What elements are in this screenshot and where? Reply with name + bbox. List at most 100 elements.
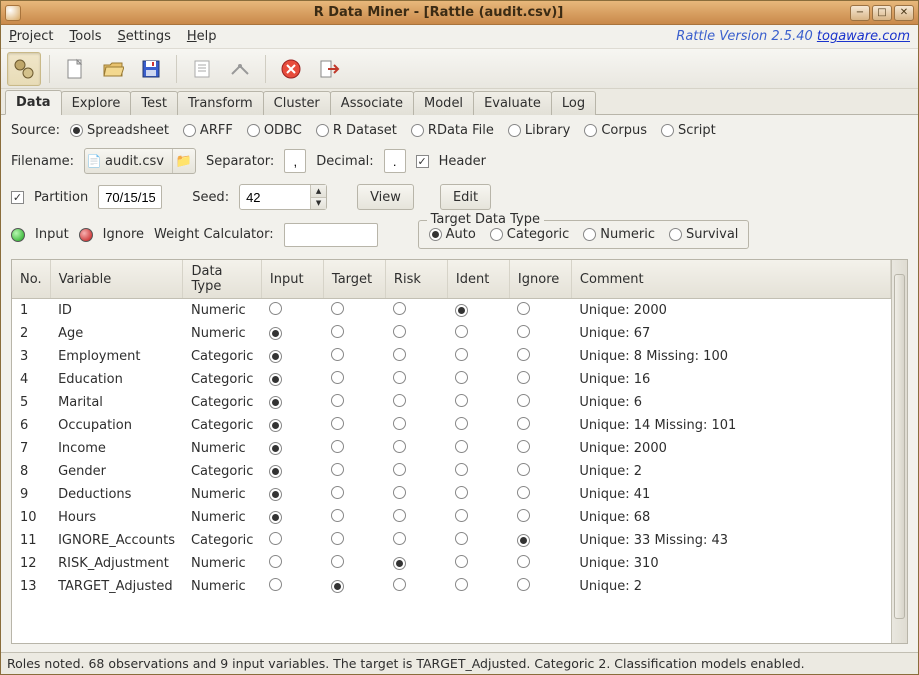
table-row[interactable]: 5MaritalCategoricUnique: 6 <box>12 391 891 414</box>
role-radio[interactable] <box>269 373 282 386</box>
source-radio-rdata-file[interactable]: RData File <box>411 123 494 138</box>
role-radio[interactable] <box>517 555 530 568</box>
role-radio[interactable] <box>393 509 406 522</box>
column-header-variable[interactable]: Variable <box>50 260 183 299</box>
role-radio[interactable] <box>455 417 468 430</box>
role-radio[interactable] <box>393 371 406 384</box>
role-radio[interactable] <box>331 580 344 593</box>
seed-up-button[interactable]: ▲ <box>311 185 326 198</box>
column-header-risk[interactable]: Risk <box>385 260 447 299</box>
column-header-ignore[interactable]: Ignore <box>509 260 571 299</box>
target-type-radio-survival[interactable]: Survival <box>669 227 738 242</box>
role-radio[interactable] <box>331 486 344 499</box>
role-radio[interactable] <box>393 325 406 338</box>
column-header-target[interactable]: Target <box>323 260 385 299</box>
role-radio[interactable] <box>269 442 282 455</box>
seed-input[interactable] <box>240 185 310 209</box>
table-row[interactable]: 2AgeNumericUnique: 67 <box>12 322 891 345</box>
column-header-ident[interactable]: Ident <box>447 260 509 299</box>
menu-tools[interactable]: Tools <box>70 29 102 44</box>
role-radio[interactable] <box>455 578 468 591</box>
table-row[interactable]: 6OccupationCategoricUnique: 14 Missing: … <box>12 414 891 437</box>
target-type-radio-categoric[interactable]: Categoric <box>490 227 569 242</box>
execute-button[interactable] <box>7 52 41 86</box>
save-button[interactable] <box>134 52 168 86</box>
export-button[interactable] <box>223 52 257 86</box>
table-row[interactable]: 13TARGET_AdjustedNumericUnique: 2 <box>12 575 891 598</box>
table-row[interactable]: 7IncomeNumericUnique: 2000 <box>12 437 891 460</box>
role-radio[interactable] <box>455 509 468 522</box>
role-radio[interactable] <box>269 511 282 524</box>
role-radio[interactable] <box>517 394 530 407</box>
minimize-button[interactable]: − <box>850 5 870 21</box>
role-radio[interactable] <box>517 534 530 547</box>
role-radio[interactable] <box>455 486 468 499</box>
role-radio[interactable] <box>331 302 344 315</box>
tab-model[interactable]: Model <box>413 91 474 115</box>
folder-icon[interactable]: 📁 <box>173 154 195 169</box>
tab-explore[interactable]: Explore <box>61 91 132 115</box>
role-radio[interactable] <box>517 348 530 361</box>
tab-data[interactable]: Data <box>5 90 62 115</box>
stop-button[interactable] <box>274 52 308 86</box>
tab-log[interactable]: Log <box>551 91 596 115</box>
target-type-radio-numeric[interactable]: Numeric <box>583 227 655 242</box>
quit-button[interactable] <box>312 52 346 86</box>
role-radio[interactable] <box>455 555 468 568</box>
role-radio[interactable] <box>269 350 282 363</box>
menu-project[interactable]: Project <box>9 29 54 44</box>
role-radio[interactable] <box>517 509 530 522</box>
role-radio[interactable] <box>331 532 344 545</box>
role-radio[interactable] <box>393 394 406 407</box>
source-radio-library[interactable]: Library <box>508 123 570 138</box>
role-radio[interactable] <box>269 488 282 501</box>
role-radio[interactable] <box>331 417 344 430</box>
table-row[interactable]: 1IDNumericUnique: 2000 <box>12 299 891 323</box>
role-radio[interactable] <box>517 302 530 315</box>
table-row[interactable]: 8GenderCategoricUnique: 2 <box>12 460 891 483</box>
column-header-comment[interactable]: Comment <box>571 260 890 299</box>
role-radio[interactable] <box>269 419 282 432</box>
tab-cluster[interactable]: Cluster <box>263 91 331 115</box>
source-radio-arff[interactable]: ARFF <box>183 123 233 138</box>
role-radio[interactable] <box>393 532 406 545</box>
column-header-data-type[interactable]: Data Type <box>183 260 261 299</box>
role-radio[interactable] <box>517 463 530 476</box>
version-link[interactable]: togaware.com <box>817 29 910 44</box>
role-radio[interactable] <box>269 532 282 545</box>
table-row[interactable]: 11IGNORE_AccountsCategoricUnique: 33 Mis… <box>12 529 891 552</box>
table-row[interactable]: 4EducationCategoricUnique: 16 <box>12 368 891 391</box>
role-radio[interactable] <box>517 440 530 453</box>
role-radio[interactable] <box>393 557 406 570</box>
vertical-scrollbar[interactable] <box>891 260 907 643</box>
role-radio[interactable] <box>455 394 468 407</box>
menu-help[interactable]: Help <box>187 29 217 44</box>
tab-transform[interactable]: Transform <box>177 91 264 115</box>
role-radio[interactable] <box>393 440 406 453</box>
seed-spinner[interactable]: ▲ ▼ <box>239 184 327 210</box>
weight-input[interactable] <box>284 223 378 247</box>
maximize-button[interactable]: □ <box>872 5 892 21</box>
role-radio[interactable] <box>269 302 282 315</box>
source-radio-odbc[interactable]: ODBC <box>247 123 302 138</box>
role-radio[interactable] <box>517 325 530 338</box>
role-radio[interactable] <box>393 578 406 591</box>
column-header-no-[interactable]: No. <box>12 260 50 299</box>
column-header-input[interactable]: Input <box>261 260 323 299</box>
separator-input[interactable] <box>284 149 306 173</box>
role-radio[interactable] <box>269 396 282 409</box>
role-radio[interactable] <box>331 348 344 361</box>
role-radio[interactable] <box>517 578 530 591</box>
role-radio[interactable] <box>517 371 530 384</box>
role-radio[interactable] <box>517 417 530 430</box>
tab-associate[interactable]: Associate <box>330 91 414 115</box>
source-radio-script[interactable]: Script <box>661 123 716 138</box>
close-button[interactable]: ✕ <box>894 5 914 21</box>
source-radio-corpus[interactable]: Corpus <box>584 123 647 138</box>
role-radio[interactable] <box>331 394 344 407</box>
role-radio[interactable] <box>393 417 406 430</box>
role-radio[interactable] <box>269 327 282 340</box>
role-radio[interactable] <box>331 371 344 384</box>
role-radio[interactable] <box>393 302 406 315</box>
tab-evaluate[interactable]: Evaluate <box>473 91 552 115</box>
